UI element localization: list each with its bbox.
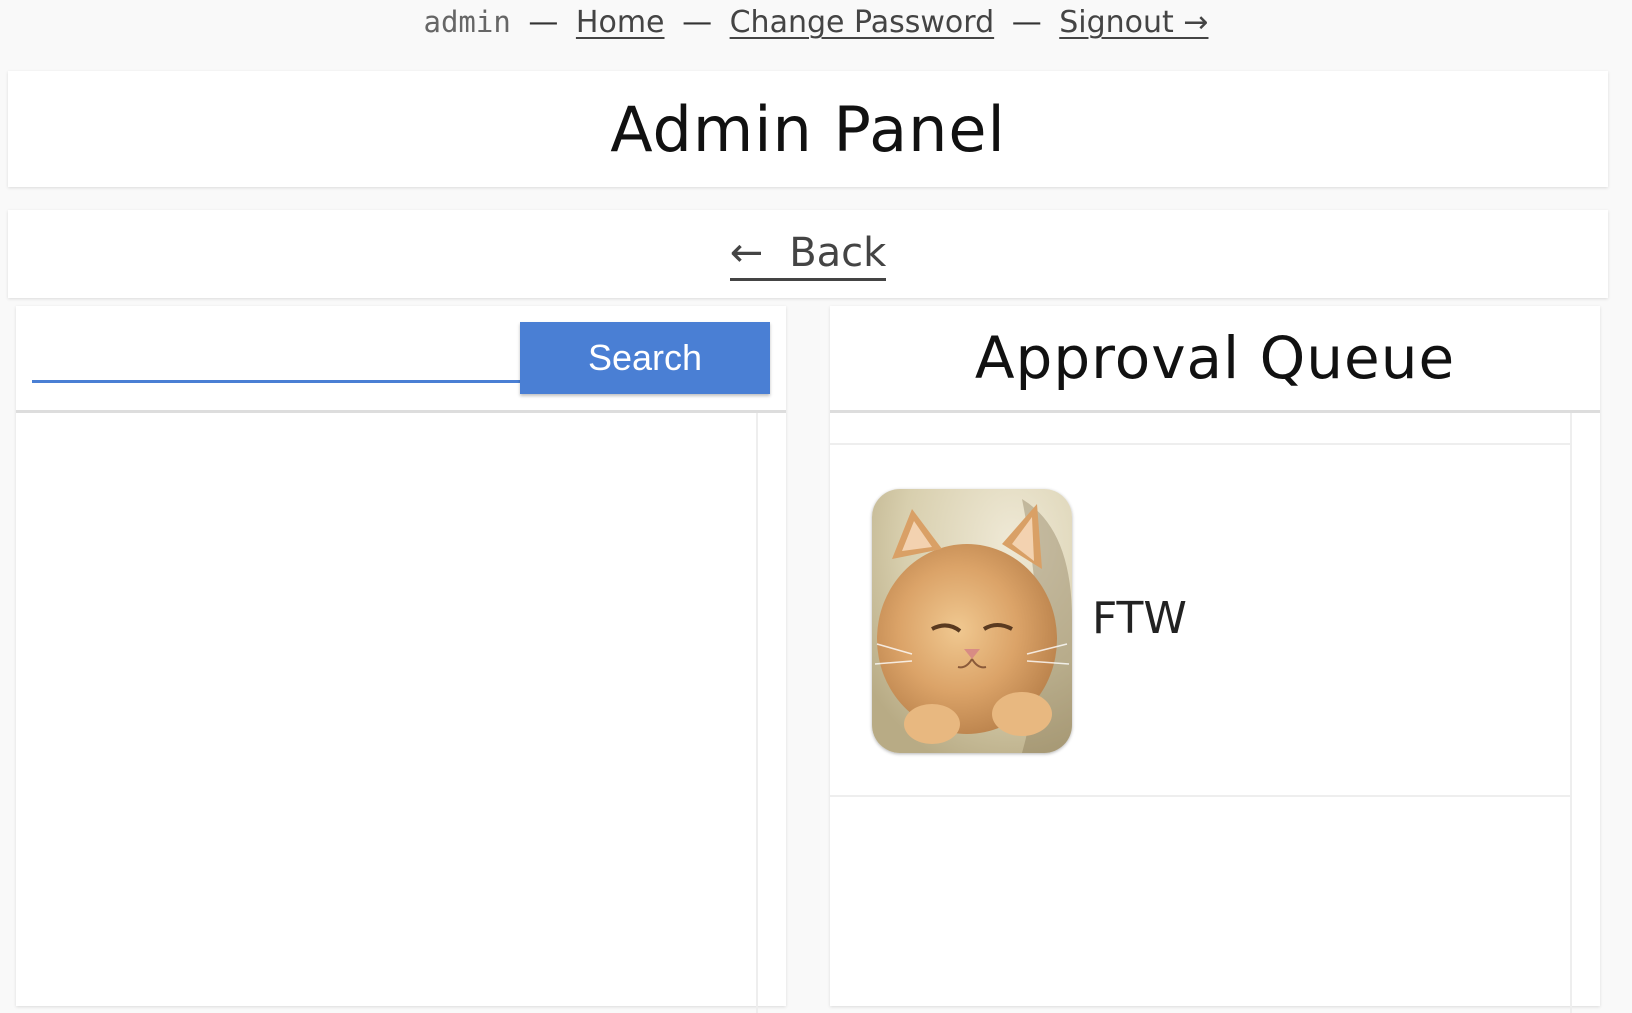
back-arrow-icon: ← [729,229,764,276]
approval-queue-title: Approval Queue [974,324,1456,392]
signout-link[interactable]: Signout → [1059,5,1208,40]
nav-separator: — [1011,5,1042,40]
top-navigation: admin — Home — Change Password — Signout… [0,0,1632,44]
list-item[interactable]: FTW [830,443,1570,797]
search-button[interactable]: Search [520,322,770,394]
back-card: ← Back [8,210,1608,298]
approval-queue-list[interactable]: FTW [830,413,1572,1013]
back-label: Back [789,229,887,276]
search-results-list[interactable] [16,413,758,1013]
username: admin [423,5,511,39]
cat-photo-thumbnail[interactable] [872,489,1072,753]
page-title: Admin Panel [610,92,1006,166]
cat-photo-image [872,489,1072,753]
approval-queue-panel: Approval Queue FTW [830,306,1600,1013]
search-input[interactable] [32,324,522,383]
queue-item-label: FTW [1092,593,1187,644]
header-card: Admin Panel [8,71,1608,187]
home-link[interactable]: Home [576,5,665,40]
nav-separator: — [528,5,559,40]
back-button[interactable]: ← Back [729,228,887,281]
change-password-link[interactable]: Change Password [730,5,995,40]
nav-separator: — [682,5,713,40]
search-panel: Search [16,306,786,1013]
